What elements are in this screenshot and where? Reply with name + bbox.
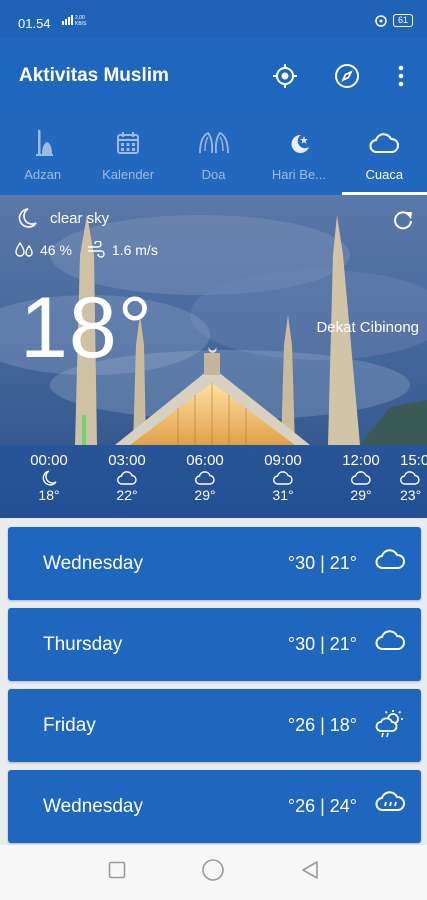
wind-icon [87, 241, 105, 258]
compass-icon [335, 64, 359, 88]
battery-indicator: 61 [392, 14, 413, 27]
hour-temp: 29° [350, 487, 372, 503]
system-nav-bar [0, 845, 427, 900]
hour-temp: 29° [194, 487, 216, 503]
gps-target-icon [273, 64, 297, 88]
hourly-item: 09:00 31° [244, 445, 322, 518]
svg-text:KB/S: KB/S [75, 21, 87, 25]
temp-range: °30 | 21° [287, 634, 357, 654]
hourly-item: 03:00 22° [88, 445, 166, 518]
tab-doa[interactable]: Doa [171, 111, 256, 195]
cloud-icon [117, 471, 137, 485]
tab-cuaca[interactable]: Cuaca [341, 111, 427, 195]
cloud-icon [351, 471, 371, 485]
cloud-icon [369, 133, 400, 153]
cloud-rain-icon [375, 791, 405, 811]
day-name: Wednesday [43, 796, 143, 817]
tab-hari-besar[interactable]: Hari Be... [256, 111, 341, 195]
hour-time: 06:00 [186, 452, 224, 469]
humidity-icon [15, 241, 33, 257]
hour-temp: 31° [272, 487, 294, 503]
tab-label: Cuaca [365, 167, 404, 182]
app-title: Aktivitas Muslim [19, 65, 169, 86]
moon-icon [18, 208, 37, 228]
hour-time: 09:00 [264, 452, 302, 469]
square-icon [108, 861, 126, 879]
daily-forecast-card[interactable]: Friday °26 | 18° [8, 689, 421, 762]
temp-range: °30 | 21° [287, 553, 357, 573]
hourly-item: 06:00 29° [166, 445, 244, 518]
mosque-icon [35, 129, 53, 156]
current-weather-panel: clear sky 46 % 1.6 m/s 18° Dekat Cibinon… [0, 195, 427, 518]
hourly-forecast: 00:00 18° 03:00 22° 06:00 29° 09:00 31° … [0, 445, 427, 518]
more-options-button[interactable] [387, 62, 415, 90]
cloud-icon [273, 471, 293, 485]
sun-rain-icon [375, 710, 403, 738]
day-name: Wednesday [43, 553, 143, 574]
calendar-icon [117, 132, 140, 154]
back-button[interactable] [301, 860, 319, 885]
more-vert-icon [398, 65, 404, 87]
tab-kalender[interactable]: Kalender [85, 111, 170, 195]
alarm-icon [375, 14, 387, 27]
refresh-button[interactable] [391, 209, 415, 238]
cloud-icon [400, 471, 420, 485]
status-bar: 01.54 2,00 KB/S 61 [0, 0, 427, 38]
moon-icon [42, 470, 57, 486]
current-temperature: 18° [20, 280, 154, 376]
location-label: Dekat Cibinong [316, 319, 419, 336]
triangle-back-icon [302, 861, 318, 879]
daily-forecast-list: Wednesday °30 | 21° Thursday °30 | 21° F… [8, 527, 421, 851]
daily-forecast-card[interactable]: Wednesday °26 | 24° [8, 770, 421, 843]
temp-range: °26 | 24° [287, 796, 357, 816]
daily-forecast-card[interactable]: Wednesday °30 | 21° [8, 527, 421, 600]
crescent-star-icon [291, 134, 309, 153]
cloud-icon [195, 471, 215, 485]
day-name: Friday [43, 715, 96, 736]
tab-label: Kalender [102, 167, 155, 182]
wind-value: 1.6 m/s [111, 242, 158, 258]
hour-time: 15:00 [400, 452, 427, 469]
tab-label: Doa [201, 167, 226, 182]
condition-text: clear sky [50, 209, 110, 227]
prayer-hands-icon [198, 131, 229, 154]
cloud-icon [375, 630, 405, 650]
refresh-icon [394, 211, 412, 230]
compass-button[interactable] [333, 62, 361, 90]
hour-temp: 23° [400, 487, 422, 503]
recents-button[interactable] [108, 861, 126, 884]
humidity-value: 46 % [40, 242, 72, 258]
tab-bar: Adzan Kalender Doa Hari Be... Cuaca [0, 111, 427, 195]
hourly-item: 15:00 23° [400, 445, 427, 518]
hour-time: 03:00 [108, 452, 146, 469]
home-button[interactable] [201, 858, 225, 887]
daily-forecast-card[interactable]: Thursday °30 | 21° [8, 608, 421, 681]
tab-label: Adzan [24, 167, 62, 182]
signal-icon: 2,00 KB/S [62, 15, 87, 27]
hourly-item: 00:00 18° [10, 445, 88, 518]
hour-temp: 18° [38, 487, 60, 503]
status-time: 01.54 [18, 16, 51, 31]
hour-time: 12:00 [342, 452, 380, 469]
circle-icon [202, 859, 225, 881]
hour-time: 00:00 [30, 452, 68, 469]
locate-button[interactable] [271, 62, 299, 90]
tab-label: Hari Be... [271, 167, 327, 182]
cloud-icon [375, 549, 405, 569]
network-speed: 2,00 KB/S [62, 14, 96, 27]
day-name: Thursday [43, 634, 123, 655]
temp-range: °26 | 18° [287, 715, 357, 735]
app-bar: Aktivitas Muslim [0, 38, 427, 111]
hourly-item: 12:00 29° [322, 445, 400, 518]
tab-adzan[interactable]: Adzan [0, 111, 85, 195]
hour-temp: 22° [116, 487, 138, 503]
